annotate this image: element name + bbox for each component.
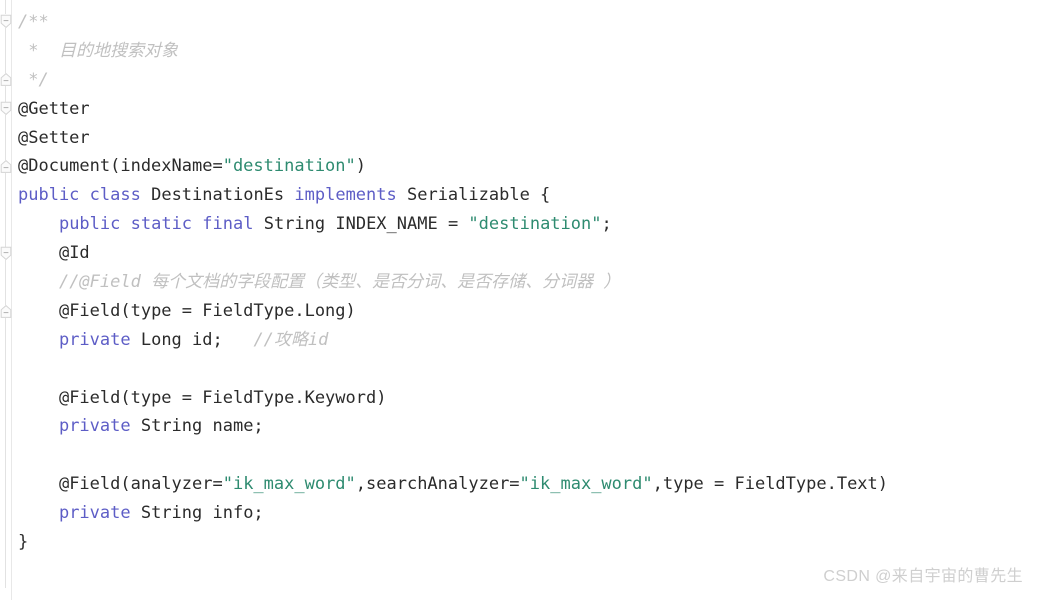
fold-rail xyxy=(5,115,6,160)
editor-gutter[interactable] xyxy=(0,0,12,600)
code-token-default: } xyxy=(18,532,29,553)
code-token-default: String INDEX_NAME = xyxy=(253,214,469,235)
code-token-string: "ik_max_word" xyxy=(519,474,653,495)
code-token-comment: */ xyxy=(18,69,49,90)
code-editor[interactable]: /** * 目的地搜索对象 */ @Getter @Setter @Document(… xyxy=(0,0,1047,600)
code-line[interactable]: @Field(analyzer="ik_max_word",searchAnal… xyxy=(12,470,1047,499)
code-token-default: ; xyxy=(601,214,612,235)
code-token-annot: @Id xyxy=(58,243,90,264)
code-token-comment: //@Field 每个文档的字段配置（类型、是否分词、是否存储、分词器 ） xyxy=(58,272,621,293)
code-text-area[interactable]: /** * 目的地搜索对象 */ @Getter @Setter @Document(… xyxy=(12,0,1047,600)
code-token-keyword: public xyxy=(58,214,121,235)
code-line[interactable]: //@Field 每个文档的字段配置（类型、是否分词、是否存储、分词器 ） xyxy=(12,268,1047,297)
code-token-default xyxy=(18,503,59,523)
fold-marker-javadoc-end[interactable] xyxy=(0,72,12,87)
code-token-string: "ik_max_word" xyxy=(222,474,356,495)
code-line[interactable]: */ xyxy=(12,66,1047,95)
code-token-default: ) xyxy=(355,156,367,177)
fold-rail xyxy=(5,0,6,14)
code-line[interactable]: private Long id; //攻略id xyxy=(12,326,1047,355)
code-line[interactable]: @Setter xyxy=(12,124,1047,153)
code-token-default: DestinationEs xyxy=(140,185,295,206)
csdn-watermark: CSDN @来自宇宙的曹先生 xyxy=(823,568,1023,585)
code-token-annot: @Document(indexName= xyxy=(18,156,223,177)
code-token-comment: //攻略id xyxy=(243,329,329,350)
code-line[interactable]: @Id xyxy=(12,239,1047,268)
code-token-default xyxy=(192,214,202,234)
code-token-default: ,type = FieldType.Text) xyxy=(652,474,889,495)
fold-marker-field-start[interactable] xyxy=(0,246,12,261)
fold-rail xyxy=(5,28,6,73)
code-token-comment: /** xyxy=(18,12,49,32)
code-line[interactable]: @Field(type = FieldType.Long) xyxy=(12,297,1047,326)
code-line[interactable] xyxy=(12,355,1047,384)
code-token-string: "destination" xyxy=(222,156,356,177)
code-token-keyword: private xyxy=(58,329,131,350)
code-token-annot: @Setter xyxy=(18,127,90,148)
code-token-default xyxy=(18,330,59,350)
code-line[interactable]: @Field(type = FieldType.Keyword) xyxy=(12,384,1047,413)
code-token-keyword: private xyxy=(58,503,131,524)
code-token-default xyxy=(18,243,59,263)
code-token-default: String info; xyxy=(130,503,264,524)
fold-rail xyxy=(5,86,6,102)
code-line[interactable]: /** xyxy=(12,8,1047,37)
code-token-annot: @Field(type = FieldType.Keyword) xyxy=(58,387,387,408)
code-token-annot: @Getter xyxy=(18,98,90,119)
fold-marker-class-start[interactable] xyxy=(0,101,12,116)
code-token-default xyxy=(18,416,59,436)
code-token-default: Long id; xyxy=(130,329,244,350)
code-token-default xyxy=(18,474,59,494)
code-token-comment: * 目的地搜索对象 xyxy=(18,40,178,61)
code-token-annot: @Field(type = FieldType.Long) xyxy=(58,300,356,321)
code-token-string: "destination" xyxy=(468,214,602,235)
code-line[interactable]: private String info; xyxy=(12,499,1047,528)
code-token-keyword: implements xyxy=(294,185,397,206)
fold-marker-annotations[interactable] xyxy=(0,159,12,174)
fold-rail xyxy=(5,318,6,588)
code-token-default: ,searchAnalyzer= xyxy=(355,474,520,495)
code-token-keyword: public xyxy=(18,185,80,206)
code-line[interactable]: private String name; xyxy=(12,412,1047,441)
code-token-default xyxy=(18,301,59,321)
code-line[interactable] xyxy=(12,441,1047,470)
code-token-keyword: static xyxy=(130,214,193,235)
code-token-default xyxy=(79,185,89,205)
code-token-keyword: private xyxy=(58,416,131,437)
code-token-keyword: final xyxy=(202,214,254,235)
code-line[interactable]: @Getter xyxy=(12,95,1047,124)
code-line[interactable]: * 目的地搜索对象 xyxy=(12,37,1047,66)
code-line[interactable]: } xyxy=(12,528,1047,557)
fold-rail xyxy=(5,260,6,305)
code-token-annot: @Field(analyzer= xyxy=(58,474,223,495)
code-token-default: Serializable { xyxy=(396,185,551,206)
code-token-default xyxy=(18,272,59,292)
code-line[interactable]: public static final String INDEX_NAME = … xyxy=(12,210,1047,239)
code-token-default xyxy=(18,214,59,234)
code-token-default xyxy=(18,388,59,408)
code-token-default xyxy=(120,214,130,234)
code-line[interactable]: @Document(indexName="destination") xyxy=(12,152,1047,181)
code-token-default: String name; xyxy=(130,416,264,437)
code-token-keyword: class xyxy=(89,185,141,206)
fold-rail xyxy=(5,173,6,247)
code-line[interactable]: public class DestinationEs implements Se… xyxy=(12,181,1047,210)
fold-marker-javadoc-start[interactable] xyxy=(0,14,12,29)
fold-marker-field-end[interactable] xyxy=(0,304,12,319)
